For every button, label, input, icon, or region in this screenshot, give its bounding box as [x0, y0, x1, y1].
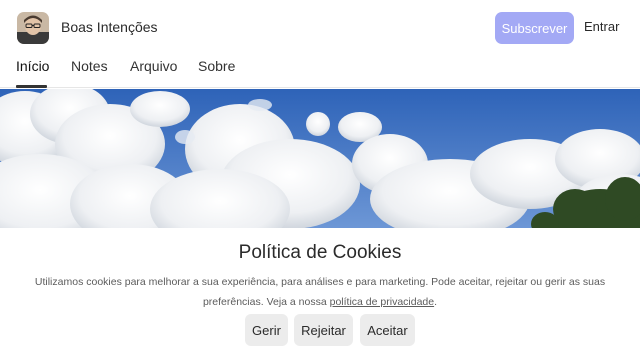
cookie-text-end: .	[434, 296, 438, 308]
publication-name[interactable]: Boas Intenções	[61, 19, 158, 35]
publication-nav: Início Notes Arquivo Sobre	[0, 56, 640, 88]
subscribe-button[interactable]: Subscrever	[495, 12, 574, 44]
hero-image	[0, 89, 640, 229]
privacy-policy-link[interactable]: política de privacidade	[330, 296, 434, 308]
active-tab-indicator	[16, 85, 47, 88]
top-bar: Boas Intenções Subscrever Entrar	[0, 0, 640, 56]
cookie-description: Utilizamos cookies para melhorar a sua e…	[20, 272, 620, 312]
reject-cookies-button[interactable]: Rejeitar	[294, 314, 353, 346]
cookie-banner: Política de Cookies Utilizamos cookies p…	[0, 228, 640, 360]
tab-about[interactable]: Sobre	[198, 58, 235, 74]
login-link[interactable]: Entrar	[584, 19, 619, 34]
accept-cookies-button[interactable]: Aceitar	[360, 314, 415, 346]
avatar[interactable]	[17, 12, 49, 44]
tab-archive[interactable]: Arquivo	[130, 58, 177, 74]
tab-notes[interactable]: Notes	[71, 58, 108, 74]
tab-home[interactable]: Início	[16, 58, 49, 74]
cookie-title: Política de Cookies	[238, 242, 402, 263]
manage-cookies-button[interactable]: Gerir	[245, 314, 288, 346]
cookie-text-main: Utilizamos cookies para melhorar a sua e…	[34, 276, 606, 308]
